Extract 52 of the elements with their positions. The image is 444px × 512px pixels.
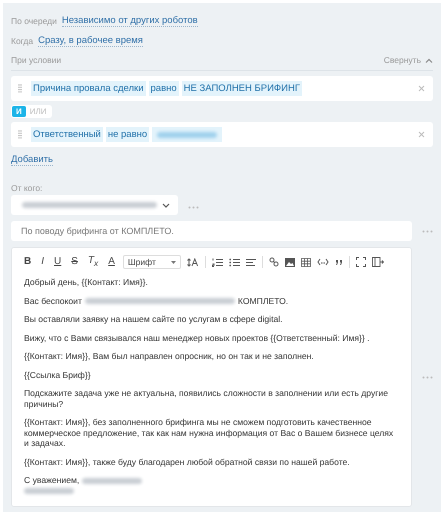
quote-icon[interactable]	[334, 260, 343, 264]
field-chip[interactable]: Причина провала сделки	[31, 81, 146, 96]
text-size-icon[interactable]	[186, 258, 199, 266]
link-icon[interactable]	[268, 257, 279, 267]
email-text: Вижу, что с Вами связывался наш менеджер новых проектов {{Ответственный: Имя}} .	[24, 332, 370, 342]
format-button[interactable]: U	[52, 257, 64, 267]
queue-link[interactable]: Независимо от других роботов	[62, 15, 198, 27]
email-text: {{Ссылка Бриф}}	[24, 370, 91, 380]
source-icon[interactable]	[372, 257, 384, 267]
add-link[interactable]: Добавить	[11, 154, 53, 166]
email-text: Вас беспокоит	[24, 296, 82, 306]
image-icon[interactable]	[284, 258, 295, 266]
align-icon[interactable]	[246, 258, 256, 266]
format-button[interactable]: B	[22, 257, 34, 267]
format-button[interactable]: I	[39, 257, 46, 267]
bullet-list-icon[interactable]	[228, 258, 240, 266]
from-label: От кого:	[11, 183, 44, 193]
subject-field[interactable]: По поводу брифинга от КОМПЛЕТО.	[11, 221, 412, 241]
redacted-text	[24, 488, 74, 494]
queue-label: По очереди	[11, 16, 57, 26]
email-text: {{Контакт: Имя}}, также буду благодарен любой обратной связи по нашей работе.	[24, 456, 350, 466]
when-link[interactable]: Сразу, в рабочее время	[38, 35, 143, 47]
email-editor[interactable]	[11, 247, 412, 507]
field-chip[interactable]: Ответственный	[31, 127, 103, 142]
format-button[interactable]: S	[69, 257, 80, 267]
email-text: КОМПЛЕТО.	[238, 296, 288, 306]
drag-handle-icon[interactable]	[18, 84, 22, 93]
email-text: С уважением,	[24, 475, 80, 485]
email-text: Подскажите задача уже не актуальна, появились сложности в заполнении или есть другие причины?	[24, 388, 388, 408]
caret-icon[interactable]	[170, 260, 176, 264]
table-icon[interactable]	[300, 258, 311, 266]
numbered-list-icon[interactable]	[212, 258, 223, 266]
format-button[interactable]: A	[106, 257, 117, 267]
chevron-down-icon[interactable]	[162, 202, 170, 208]
when-label: Когда	[11, 36, 34, 46]
format-button[interactable]: T$_{x}$	[86, 256, 100, 268]
value-chip[interactable]: НЕ ЗАПОЛНЕН БРИФИНГ	[182, 81, 302, 96]
collapse-link[interactable]: Свернуть	[384, 55, 421, 65]
logic-toggle[interactable]: И	[12, 106, 26, 117]
operator-chip[interactable]: равно	[148, 81, 179, 96]
font-select[interactable]: Шрифт	[122, 255, 181, 269]
conditions-label: При условии	[11, 55, 62, 65]
email-text: {{Контакт: Имя}}, Вам был направлен опросник, но он так и не заполнен.	[24, 351, 314, 361]
fullscreen-icon[interactable]	[356, 257, 366, 267]
email-text: Добрый день, {{Контакт: Имя}}.	[24, 277, 148, 287]
operator-chip[interactable]: не равно	[106, 127, 150, 142]
redacted-text	[82, 478, 142, 484]
email-text: Вы оставляли заявку на нашем сайте по услугам в сфере digital.	[24, 314, 283, 324]
chevron-up-icon[interactable]	[425, 58, 433, 62]
email-text: {{Контакт: Имя}}, без заполненного брифинга мы не сможем подготовить качественное коммерческое предложение, так как нам нужна информация от Вас о Вашем бизнесе целях и задачах.	[24, 417, 394, 448]
code-icon[interactable]	[316, 258, 329, 266]
drag-handle-icon[interactable]	[18, 130, 22, 139]
